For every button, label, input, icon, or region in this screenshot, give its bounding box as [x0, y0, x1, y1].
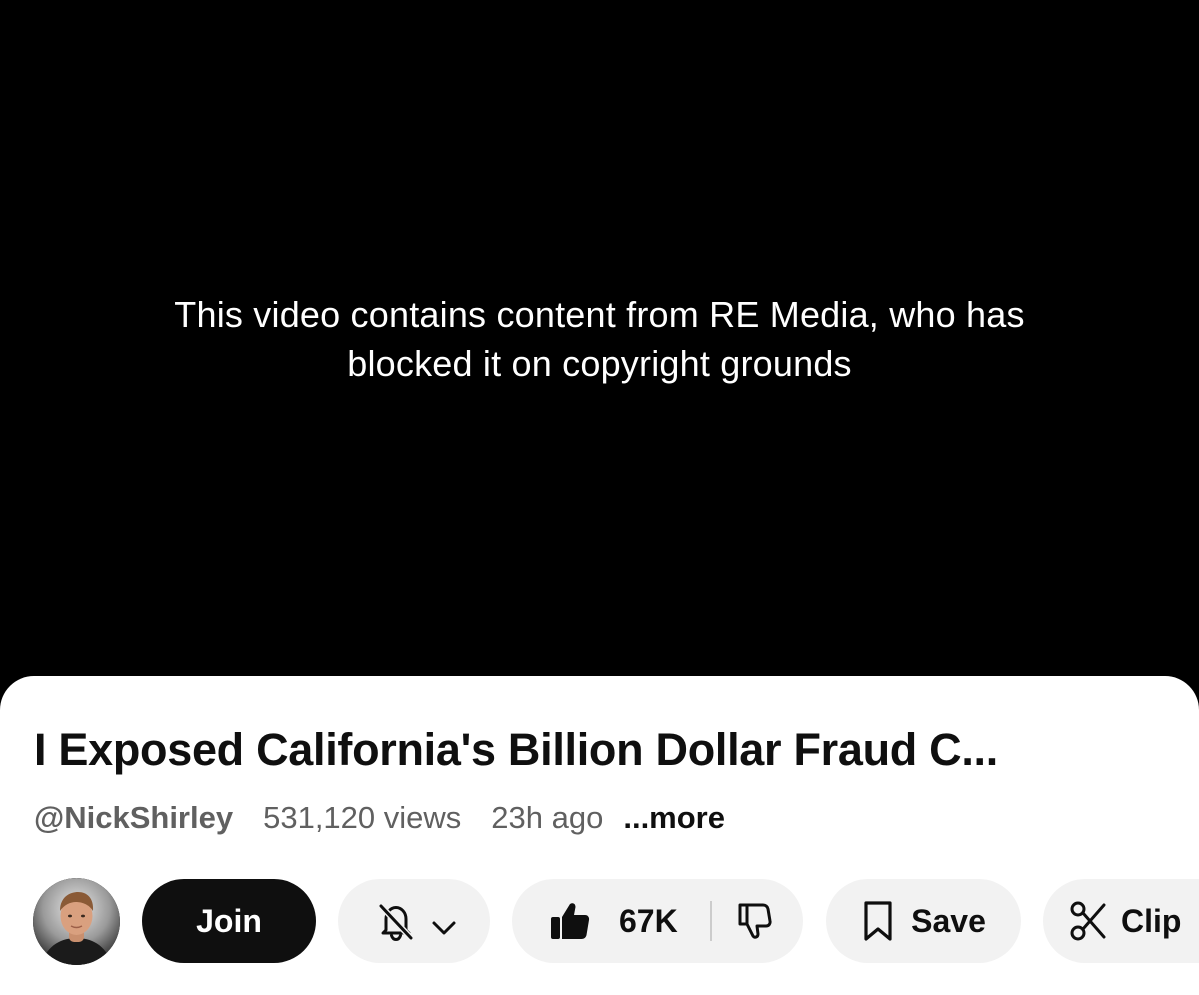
save-button[interactable]: Save [826, 879, 1021, 963]
clip-button[interactable]: Clip [1043, 879, 1199, 963]
bookmark-icon [861, 900, 895, 942]
bell-off-icon [372, 897, 420, 953]
view-count: 531,120 views [263, 800, 462, 835]
video-title[interactable]: I Exposed California's Billion Dollar Fr… [34, 723, 1174, 777]
action-buttons-row: Join 67K Save Clip [33, 877, 1199, 965]
copyright-blocked-message: This video contains content from RE Medi… [0, 290, 1199, 388]
blocked-message-line-1: This video contains content from RE Medi… [174, 294, 1025, 335]
channel-handle[interactable]: @NickShirley [34, 800, 233, 836]
avatar-image [33, 878, 120, 965]
video-info-panel: I Exposed California's Billion Dollar Fr… [0, 676, 1199, 995]
save-label: Save [911, 902, 986, 939]
video-watch-page: This video contains content from RE Medi… [0, 0, 1199, 995]
like-count: 67K [619, 903, 678, 939]
blocked-message-line-2: blocked it on copyright grounds [347, 343, 852, 384]
notifications-button[interactable] [338, 879, 490, 963]
upload-time: 23h ago [491, 800, 604, 835]
thumbs-down-icon[interactable] [735, 901, 775, 949]
channel-avatar[interactable] [33, 878, 120, 965]
more-description-link[interactable]: ...more [623, 800, 725, 836]
like-divider [710, 901, 712, 941]
join-button[interactable]: Join [142, 879, 316, 963]
scissors-icon [1069, 900, 1107, 942]
thumbs-up-icon[interactable] [548, 899, 592, 951]
video-player[interactable]: This video contains content from RE Medi… [0, 0, 1199, 700]
video-metadata-row[interactable]: @NickShirley 531,120 views 23h ago ...mo… [34, 798, 725, 838]
chevron-down-icon [431, 909, 457, 946]
like-dislike-group: 67K [512, 879, 803, 963]
clip-label: Clip [1121, 902, 1182, 939]
